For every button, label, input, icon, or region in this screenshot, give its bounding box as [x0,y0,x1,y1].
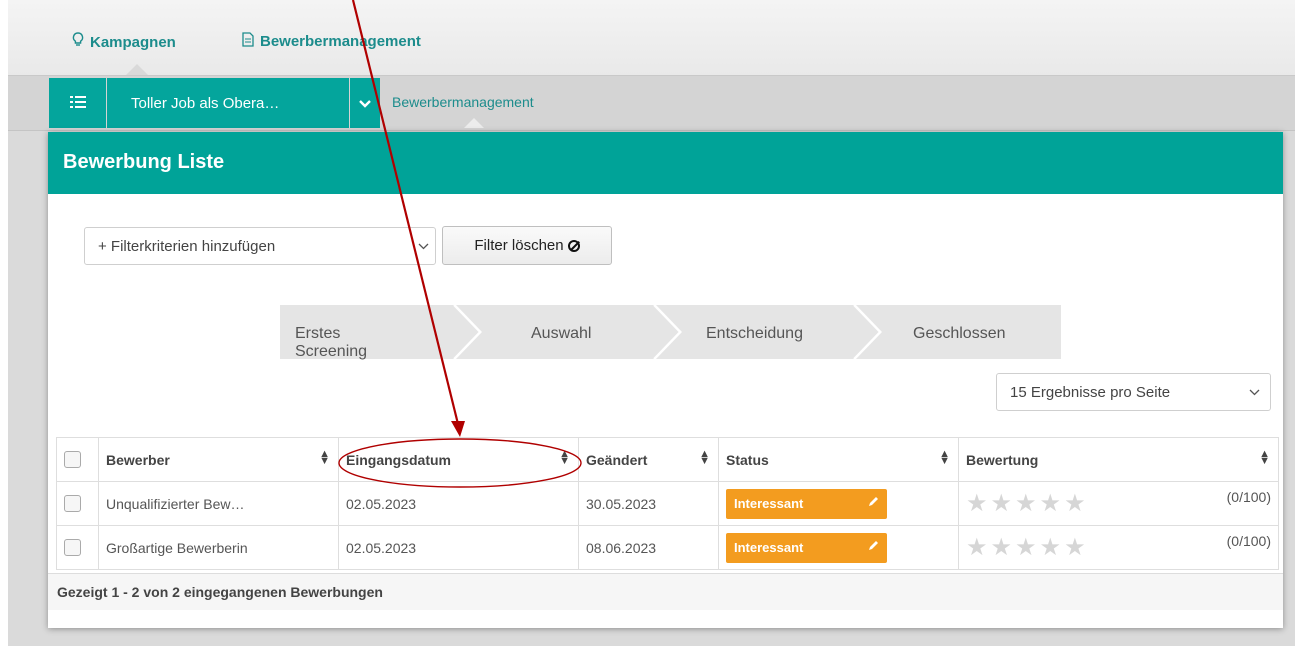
star-rating[interactable]: ★★★★★ [966,490,1089,517]
status-label: Interessant [734,496,804,511]
pencil-icon [867,540,879,555]
application-list-panel: Bewerbung Liste + Filterkriterien hinzuf… [48,132,1283,628]
page-title: Bewerbung Liste [63,151,225,173]
panel-header: Bewerbung Liste [48,132,1283,194]
column-rating-label: Bewertung [966,451,1039,468]
stage-closed[interactable]: Geschlossen [913,325,1006,343]
row-select-cell [56,525,99,570]
status-label: Interessant [734,540,804,555]
changed-date: 30.05.2023 [578,481,719,526]
received-date: 02.05.2023 [338,525,579,570]
sort-icon: ▲ ▼ [1259,448,1270,467]
job-title: Toller Job als Obera… [131,94,280,112]
table-footer: Gezeigt 1 - 2 von 2 eingegangenen Bewerb… [48,573,1283,610]
nav-campaigns-label: Kampagnen [90,33,176,51]
sort-icon: ▲ ▼ [319,448,330,467]
job-selector[interactable]: Toller Job als Obera… [107,78,349,128]
applicant-name[interactable]: Großartige Bewerberin [98,525,339,570]
changed-date: 08.06.2023 [578,525,719,570]
list-icon [69,95,86,111]
sort-icon: ▲ ▼ [699,448,710,467]
column-applicant[interactable]: Bewerber ▲ ▼ [98,437,339,482]
clear-filter-label: Filter löschen [474,237,564,254]
sort-icon: ▲ ▼ [939,448,950,467]
stage-screening[interactable]: Erstes Screening [295,325,367,361]
table-row[interactable]: Unqualifizierter Bew… 02.05.2023 30.05.2… [56,481,1279,526]
stage-selection[interactable]: Auswahl [531,325,591,343]
column-status[interactable]: Status ▲ ▼ [718,437,959,482]
add-filter-dropdown[interactable]: + Filterkriterien hinzufügen [84,227,436,265]
table-row[interactable]: Großartige Bewerberin 02.05.2023 08.06.2… [56,525,1279,570]
column-status-label: Status [726,451,769,468]
chevron-down-icon [359,95,371,111]
document-icon [242,32,254,51]
chevron-down-icon [418,239,429,253]
results-per-page-select[interactable]: 15 Ergebnisse pro Seite [996,373,1271,411]
rating-cell: ★★★★★ (0/100) [958,525,1279,570]
status-badge[interactable]: Interessant [726,488,887,519]
sort-icon: ▲ ▼ [559,448,570,467]
job-dropdown-toggle[interactable] [350,78,380,128]
column-changed-label: Geändert [586,451,648,468]
app-background: Kampagnen Bewerbermanagement Toller Job … [8,0,1295,646]
nav-applicant-management-label: Bewerbermanagement [260,33,421,50]
results-summary: Gezeigt 1 - 2 von 2 eingegangenen Bewerb… [57,584,383,600]
column-changed[interactable]: Geändert ▲ ▼ [578,437,719,482]
clear-filter-button[interactable]: Filter löschen [442,226,612,265]
active-nav-caret [126,64,148,75]
row-select-cell [56,481,99,526]
rating-cell: ★★★★★ (0/100) [958,481,1279,526]
rating-score: (0/100) [1226,533,1271,549]
row-checkbox[interactable] [64,495,81,513]
status-cell: Interessant [718,481,959,526]
lightbulb-icon [72,32,84,52]
breadcrumb-applicant-management[interactable]: Bewerbermanagement [392,94,534,110]
chevron-down-icon [1249,385,1260,399]
application-table: Bewerber ▲ ▼ Eingangsdatum ▲ ▼ Geändert ▲ ▼ St… [56,437,1279,570]
column-rating[interactable]: Bewertung ▲ ▼ [958,437,1279,482]
received-date: 02.05.2023 [338,481,579,526]
pencil-icon [867,496,879,511]
breadcrumb-caret [464,118,484,128]
table-header-row: Bewerber ▲ ▼ Eingangsdatum ▲ ▼ Geändert ▲ ▼ St… [56,437,1279,482]
top-navigation: Kampagnen Bewerbermanagement [8,0,1295,76]
column-received-label: Eingangsdatum [346,451,452,468]
select-all-checkbox[interactable] [64,451,81,469]
results-per-page-label: 15 Ergebnisse pro Seite [1010,383,1171,401]
applicant-name[interactable]: Unqualifizierter Bew… [98,481,339,526]
add-filter-label: + Filterkriterien hinzufügen [98,237,276,255]
stage-decision[interactable]: Entscheidung [706,325,803,343]
column-received[interactable]: Eingangsdatum ▲ ▼ [338,437,579,482]
star-rating[interactable]: ★★★★★ [966,534,1089,561]
select-all-cell [56,437,99,482]
rating-score: (0/100) [1226,489,1271,505]
row-checkbox[interactable] [64,539,81,557]
column-applicant-label: Bewerber [106,451,170,468]
nav-applicant-management[interactable]: Bewerbermanagement [242,32,421,51]
ban-icon [567,239,580,252]
status-cell: Interessant [718,525,959,570]
nav-campaigns[interactable]: Kampagnen [72,32,176,52]
status-badge[interactable]: Interessant [726,532,887,563]
menu-button[interactable] [49,78,106,128]
